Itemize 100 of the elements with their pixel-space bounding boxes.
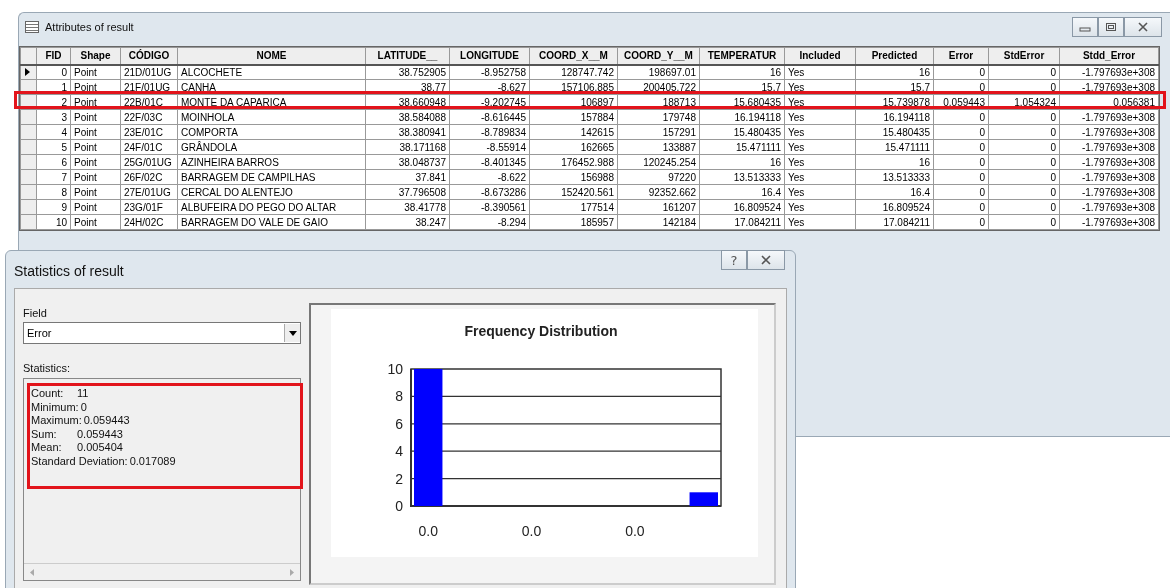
table-cell: 16 <box>699 154 785 170</box>
table-cell: 0 <box>988 64 1060 80</box>
axis-tick-label: 0.0 <box>418 523 438 539</box>
table-cell: 6 <box>36 154 71 170</box>
table-cell: CANHA <box>177 79 366 95</box>
table-cell: -8.622 <box>449 169 530 185</box>
table-cell: -1.797693e+308 <box>1059 184 1159 200</box>
column-header[interactable]: TEMPERATUR <box>699 47 785 65</box>
table-cell: 38.380941 <box>365 124 450 140</box>
table-cell: 16.194118 <box>855 109 934 125</box>
table-cell: -8.401345 <box>449 154 530 170</box>
table-cell: 142615 <box>529 124 618 140</box>
table-cell: 179748 <box>617 109 700 125</box>
table-cell: Point <box>70 169 121 185</box>
table-cell: -1.797693e+308 <box>1059 214 1159 230</box>
column-header[interactable]: Predicted <box>855 47 934 65</box>
table-cell: 26F/02C <box>120 169 178 185</box>
column-header[interactable]: COORD_Y__M <box>617 47 700 65</box>
scroll-left-icon[interactable] <box>30 568 34 576</box>
table-cell: 17.084211 <box>699 214 785 230</box>
column-header[interactable]: Included <box>784 47 856 65</box>
statistic-value: 0 <box>80 400 87 414</box>
table-cell: 23G/01F <box>120 199 178 215</box>
table-cell: 128747.742 <box>529 64 618 80</box>
table-cell: 16 <box>855 154 934 170</box>
table-cell: 0 <box>988 109 1060 125</box>
statistic-label: Minimum: <box>31 400 79 414</box>
table-icon <box>25 21 39 33</box>
maximize-button[interactable] <box>1098 17 1124 37</box>
table-cell: 0 <box>933 64 989 80</box>
table-cell: 198697.01 <box>617 64 700 80</box>
table-cell: 1 <box>36 79 71 95</box>
table-cell: COMPORTA <box>177 124 366 140</box>
table-cell: 157291 <box>617 124 700 140</box>
table-cell: 8 <box>36 184 71 200</box>
table-cell: 0 <box>933 109 989 125</box>
table-cell: -1.797693e+308 <box>1059 199 1159 215</box>
table-cell: Yes <box>784 184 856 200</box>
table-cell: MOINHOLA <box>177 109 366 125</box>
column-header[interactable]: LATITUDE__ <box>365 47 450 65</box>
table-cell: 0 <box>933 214 989 230</box>
table-cell: GRÂNDOLA <box>177 139 366 155</box>
table-cell: 16 <box>855 64 934 80</box>
table-cell: 176452.988 <box>529 154 618 170</box>
table-cell: 0 <box>933 154 989 170</box>
table-cell: 15.471111 <box>699 139 785 155</box>
close-icon <box>760 255 772 265</box>
table-cell: -1.797693e+308 <box>1059 124 1159 140</box>
table-cell: Yes <box>784 169 856 185</box>
table-cell: 21D/01UG <box>120 64 178 80</box>
table-cell: Point <box>70 94 121 110</box>
table-cell: 0 <box>988 139 1060 155</box>
table-cell: 0 <box>933 139 989 155</box>
table-cell: 16.4 <box>855 184 934 200</box>
column-header[interactable]: Error <box>933 47 989 65</box>
table-cell: 0 <box>933 124 989 140</box>
column-header[interactable]: Shape <box>70 47 121 65</box>
field-dropdown[interactable]: Error <box>23 322 301 344</box>
column-header[interactable]: CÓDIGO <box>120 47 178 65</box>
table-cell: 1.054324 <box>988 94 1060 110</box>
column-header[interactable]: Stdd_Error <box>1059 47 1159 65</box>
statistic-value: 0.017089 <box>129 454 176 468</box>
close-button[interactable] <box>1124 17 1162 37</box>
table-cell: Yes <box>784 94 856 110</box>
table-cell: -8.55914 <box>449 139 530 155</box>
scroll-right-icon[interactable] <box>290 568 294 576</box>
column-header[interactable]: StdError <box>988 47 1060 65</box>
column-header[interactable]: NOME <box>177 47 366 65</box>
close-button[interactable] <box>747 250 785 270</box>
table-cell: Point <box>70 79 121 95</box>
table-cell: Point <box>70 199 121 215</box>
close-icon <box>1137 22 1149 32</box>
table-cell: 37.796508 <box>365 184 450 200</box>
table-cell: 15.680435 <box>699 94 785 110</box>
table-cell: -1.797693e+308 <box>1059 79 1159 95</box>
table-cell: 38.247 <box>365 214 450 230</box>
bar <box>689 492 718 506</box>
table-cell: 15.739878 <box>855 94 934 110</box>
help-button[interactable]: ? <box>721 250 747 270</box>
table-cell: ALCOCHETE <box>177 64 366 80</box>
column-header[interactable]: FID <box>36 47 71 65</box>
dialog-title: Statistics of result <box>14 263 124 279</box>
table-cell: MONTE DA CAPARICA <box>177 94 366 110</box>
table-cell: Yes <box>784 139 856 155</box>
table-cell: 38.41778 <box>365 199 450 215</box>
table-cell: -1.797693e+308 <box>1059 154 1159 170</box>
table-cell: -8.390561 <box>449 199 530 215</box>
column-header[interactable]: LONGITUDE <box>449 47 530 65</box>
table-cell: 177514 <box>529 199 618 215</box>
table-cell: 10 <box>36 214 71 230</box>
table-cell: -8.789834 <box>449 124 530 140</box>
table-cell: 5 <box>36 139 71 155</box>
axis-tick-label: 0.0 <box>521 523 542 539</box>
table-cell: Yes <box>784 154 856 170</box>
table-cell: 0 <box>933 79 989 95</box>
table-cell: Point <box>70 214 121 230</box>
table-cell: CERCAL DO ALENTEJO <box>177 184 366 200</box>
column-header[interactable]: COORD_X__M <box>529 47 618 65</box>
table-cell: 38.171168 <box>365 139 450 155</box>
table-cell: Yes <box>784 64 856 80</box>
